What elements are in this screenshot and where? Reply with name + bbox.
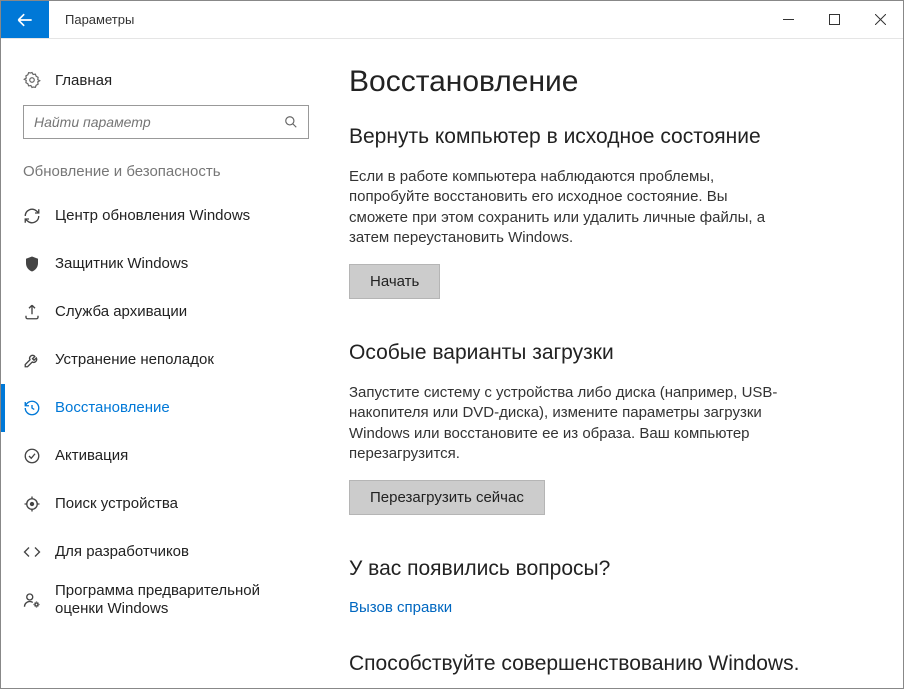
- maximize-icon: [829, 14, 840, 25]
- advanced-startup-description: Запустите систему с устройства либо диск…: [349, 383, 789, 464]
- sidebar-item-backup[interactable]: Служба архивации: [1, 288, 331, 336]
- sidebar-item-label: Поиск устройства: [55, 495, 178, 513]
- check-circle-icon: [23, 447, 41, 465]
- upload-icon: [23, 303, 41, 321]
- sidebar-item-insider[interactable]: Программа предварительной оценки Windows: [1, 576, 331, 624]
- sidebar-item-label: Восстановление: [55, 399, 170, 417]
- restart-now-button[interactable]: Перезагрузить сейчас: [349, 480, 545, 515]
- maximize-button[interactable]: [811, 1, 857, 38]
- sidebar-item-activation[interactable]: Активация: [1, 432, 331, 480]
- sidebar-item-label: Для разработчиков: [55, 543, 189, 561]
- sidebar: Главная Обновление и безопасность Центр …: [1, 39, 331, 688]
- locate-icon: [23, 495, 41, 513]
- search-box[interactable]: [23, 105, 309, 139]
- questions-heading: У вас появились вопросы?: [349, 557, 873, 581]
- minimize-button[interactable]: [765, 1, 811, 38]
- sidebar-item-label: Активация: [55, 447, 128, 465]
- history-icon: [23, 399, 41, 417]
- feedback-link[interactable]: Оставить отзыв: [349, 686, 459, 688]
- sidebar-home-label: Главная: [55, 72, 112, 89]
- sidebar-item-windows-update[interactable]: Центр обновления Windows: [1, 192, 331, 240]
- sidebar-item-label: Программа предварительной оценки Windows: [55, 582, 309, 618]
- sidebar-home[interactable]: Главная: [1, 63, 331, 105]
- minimize-icon: [783, 14, 794, 25]
- search-icon: [284, 115, 298, 129]
- person-settings-icon: [23, 591, 41, 609]
- sync-icon: [23, 207, 41, 225]
- get-help-link[interactable]: Вызов справки: [349, 599, 452, 616]
- sidebar-item-label: Служба архивации: [55, 303, 187, 321]
- sidebar-item-label: Устранение неполадок: [55, 351, 214, 369]
- sidebar-item-recovery[interactable]: Восстановление: [1, 384, 331, 432]
- sidebar-item-developers[interactable]: Для разработчиков: [1, 528, 331, 576]
- reset-start-button[interactable]: Начать: [349, 264, 440, 299]
- sidebar-item-label: Центр обновления Windows: [55, 207, 250, 225]
- titlebar: Параметры: [1, 1, 903, 39]
- shield-icon: [23, 255, 41, 273]
- search-input[interactable]: [34, 114, 284, 130]
- advanced-startup-heading: Особые варианты загрузки: [349, 341, 873, 365]
- close-button[interactable]: [857, 1, 903, 38]
- reset-pc-heading: Вернуть компьютер в исходное состояние: [349, 125, 873, 149]
- gear-icon: [23, 71, 41, 89]
- window-title: Параметры: [49, 1, 134, 38]
- main-content: Восстановление Вернуть компьютер в исход…: [331, 39, 903, 688]
- close-icon: [875, 14, 886, 25]
- sidebar-item-label: Защитник Windows: [55, 255, 188, 273]
- sidebar-item-troubleshoot[interactable]: Устранение неполадок: [1, 336, 331, 384]
- code-icon: [23, 543, 41, 561]
- page-title: Восстановление: [349, 65, 873, 99]
- improve-heading: Способствуйте совершенствованию Windows.: [349, 652, 873, 676]
- arrow-left-icon: [15, 10, 35, 30]
- reset-pc-description: Если в работе компьютера наблюдаются про…: [349, 167, 789, 248]
- wrench-icon: [23, 351, 41, 369]
- sidebar-item-defender[interactable]: Защитник Windows: [1, 240, 331, 288]
- sidebar-item-find-device[interactable]: Поиск устройства: [1, 480, 331, 528]
- back-button[interactable]: [1, 1, 49, 38]
- sidebar-group-header: Обновление и безопасность: [1, 163, 331, 192]
